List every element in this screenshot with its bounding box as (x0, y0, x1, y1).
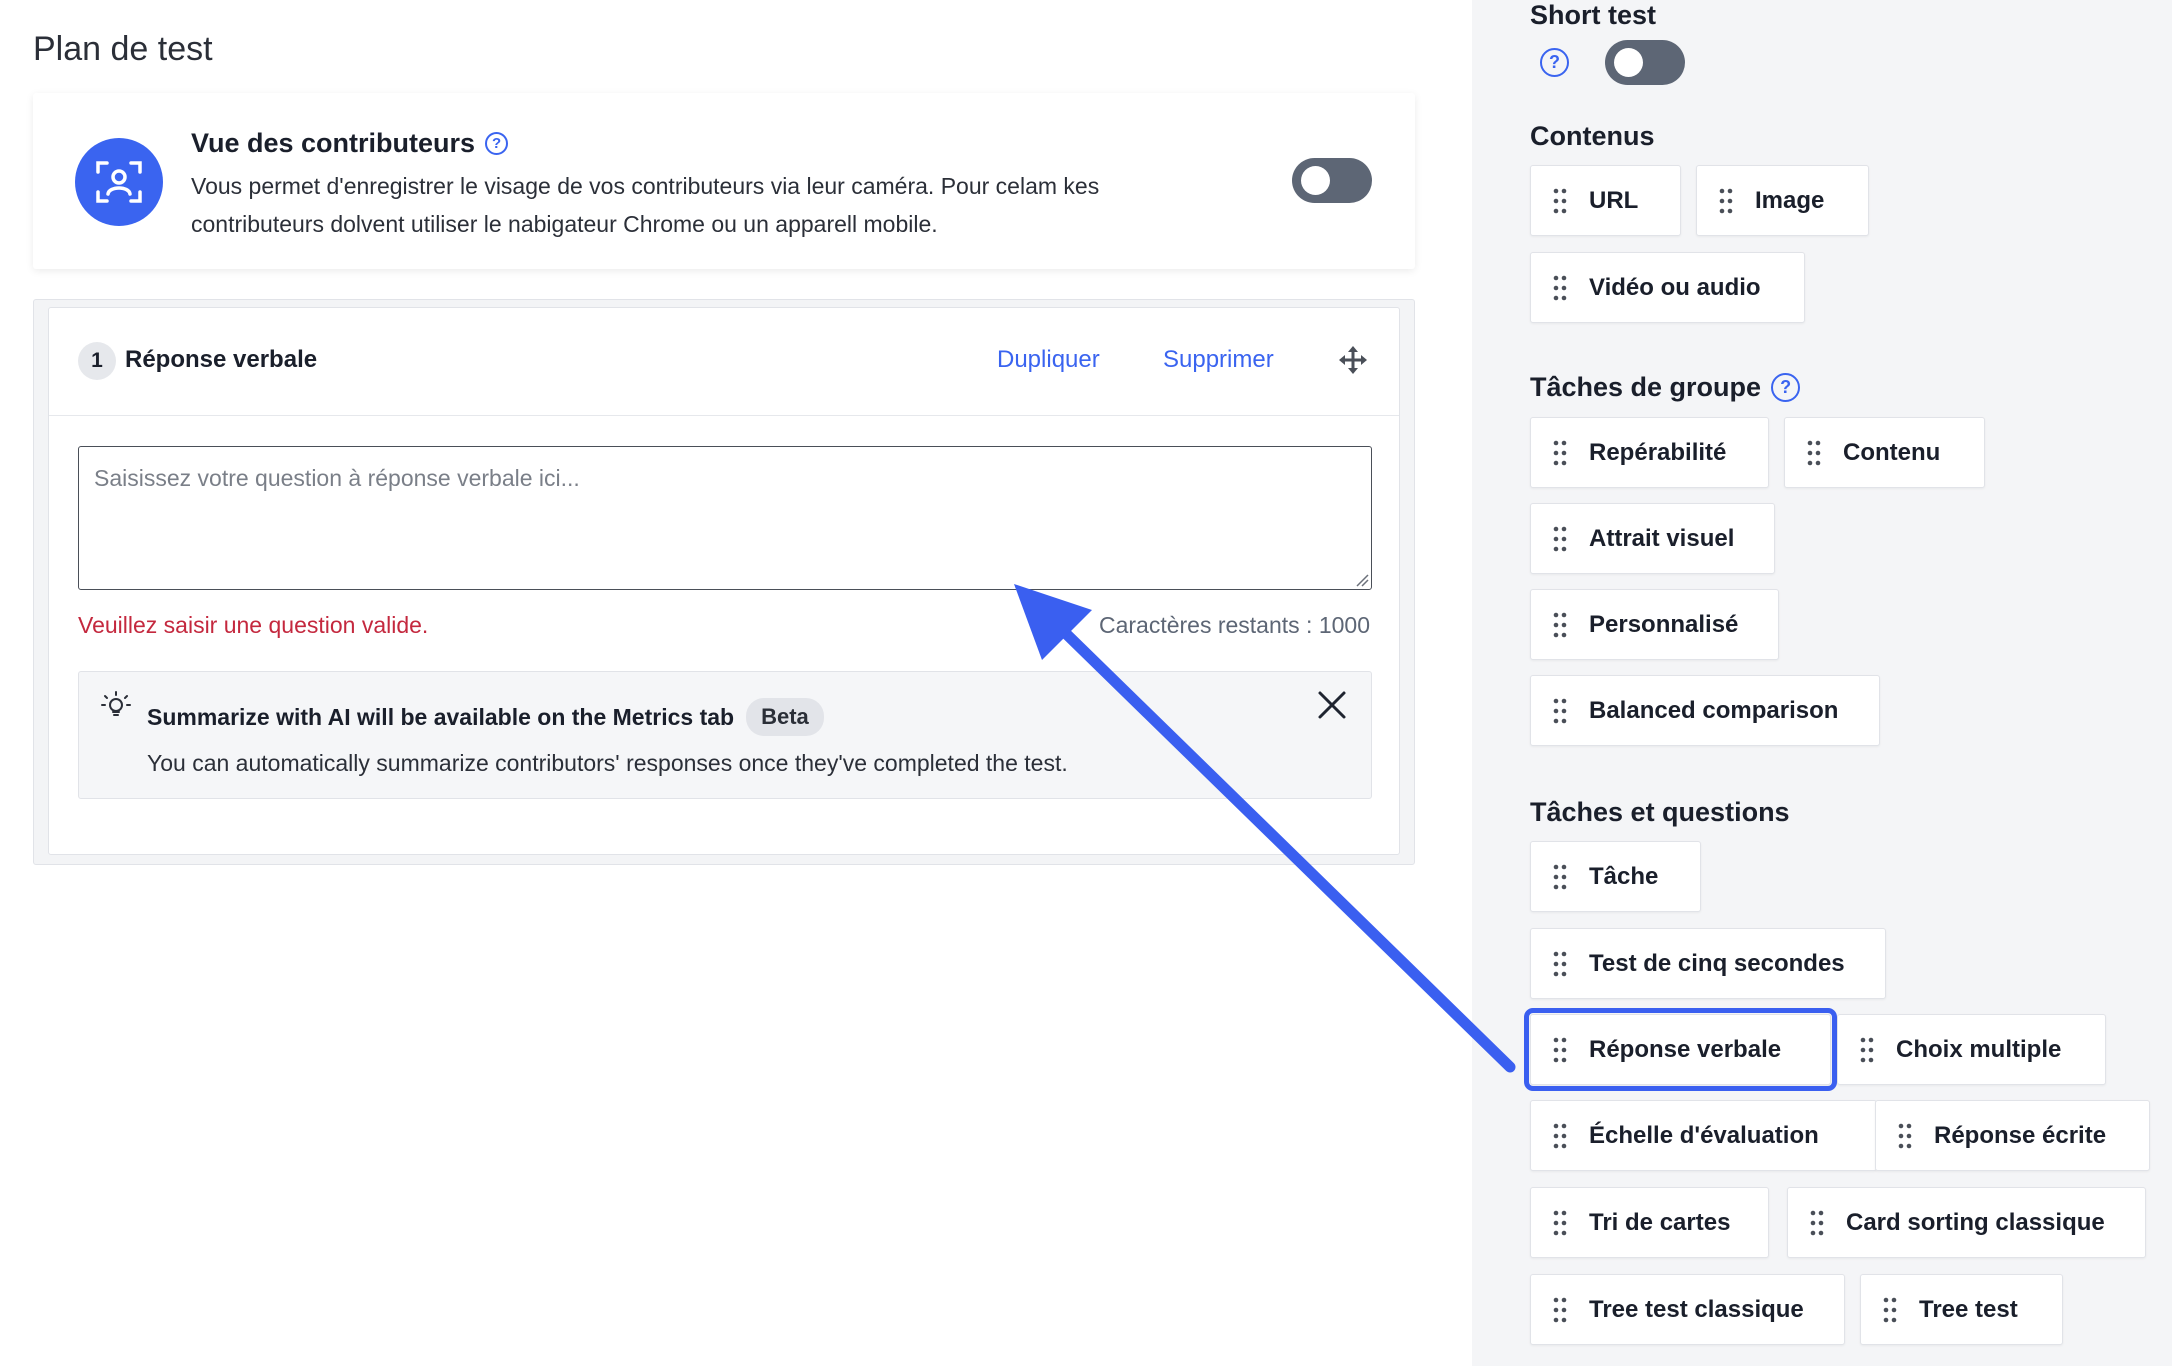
chip-label: Tree test (1919, 1295, 2018, 1323)
move-icon[interactable] (1339, 346, 1367, 374)
help-icon[interactable]: ? (1540, 48, 1569, 77)
chip-contenu[interactable]: Contenu (1784, 417, 1985, 488)
drag-handle-icon (1553, 526, 1567, 551)
page-title: Plan de test (33, 30, 213, 68)
drag-handle-icon (1810, 1210, 1824, 1235)
chip-label: Repérabilité (1589, 438, 1727, 466)
section-heading-taches-groupe: Tâches de groupe ? (1530, 372, 1801, 403)
chip-reponse-verbale[interactable]: Réponse verbale (1524, 1008, 1837, 1091)
chip-card-sorting-classique[interactable]: Card sorting classique (1787, 1187, 2146, 1258)
chip-label: Tri de cartes (1589, 1208, 1731, 1236)
close-icon[interactable] (1315, 688, 1349, 722)
ai-notice-description: You can automatically summarize contribu… (147, 750, 1068, 776)
chip-tri-cartes[interactable]: Tri de cartes (1530, 1187, 1769, 1258)
chip-balanced-comparison[interactable]: Balanced comparison (1530, 675, 1880, 746)
chip-label: Tree test classique (1589, 1295, 1804, 1323)
drag-handle-icon (1553, 864, 1567, 889)
toggle-knob (1301, 166, 1330, 195)
chip-tree-test[interactable]: Tree test (1860, 1274, 2063, 1345)
question-card: 1 Réponse verbale Dupliquer Supprimer Sa… (48, 307, 1400, 855)
chip-label: Choix multiple (1896, 1035, 2062, 1063)
help-icon[interactable]: ? (1771, 373, 1801, 402)
chip-personnalise[interactable]: Personnalisé (1530, 589, 1779, 660)
ai-notice-title: Summarize with AI will be available on t… (147, 698, 824, 736)
drag-handle-icon (1807, 440, 1821, 465)
section-heading-taches-groupe-text: Tâches de groupe (1530, 372, 1762, 402)
question-title: Réponse verbale (125, 346, 318, 373)
remaining-characters: Caractères restants : 1000 (1098, 612, 1370, 638)
drag-handle-icon (1553, 951, 1567, 976)
ai-notice-title-text: Summarize with AI will be available on t… (147, 703, 735, 730)
sidebar: Short test ? Contenus Tâches de groupe ?… (1472, 0, 2172, 1366)
drag-handle-icon (1553, 275, 1567, 300)
drag-handle-icon (1898, 1123, 1912, 1148)
chip-label: Personnalisé (1589, 610, 1739, 638)
contributor-view-title-text: Vue des contributeurs (191, 128, 476, 158)
section-heading-taches-questions: Tâches et questions (1530, 797, 1790, 828)
lightbulb-icon (101, 691, 131, 716)
chip-tree-test-classique[interactable]: Tree test classique (1530, 1274, 1845, 1345)
chip-tache[interactable]: Tâche (1530, 841, 1701, 912)
question-block: 1 Réponse verbale Dupliquer Supprimer Sa… (33, 299, 1415, 865)
short-test-toggle[interactable] (1605, 40, 1685, 85)
validation-error: Veuillez saisir une question valide. (78, 612, 429, 638)
chip-video-audio[interactable]: Vidéo ou audio (1530, 252, 1805, 323)
drag-handle-icon (1553, 698, 1567, 723)
short-test-label: Short test (1530, 0, 1656, 31)
chip-url[interactable]: URL (1530, 165, 1681, 236)
chip-label: Card sorting classique (1846, 1208, 2105, 1236)
chip-image[interactable]: Image (1696, 165, 1869, 236)
chip-label: URL (1589, 186, 1639, 214)
contributor-view-toggle[interactable] (1292, 158, 1372, 203)
chip-choix-multiple[interactable]: Choix multiple (1837, 1014, 2106, 1085)
short-test-label-text: Short test (1530, 0, 1657, 30)
face-capture-icon (75, 138, 163, 226)
question-number: 1 (78, 342, 116, 380)
delete-button[interactable]: Supprimer (1163, 346, 1274, 374)
chip-reperabilite[interactable]: Repérabilité (1530, 417, 1769, 488)
question-input[interactable]: Saisissez votre question à réponse verba… (78, 446, 1372, 590)
section-heading-contenus: Contenus (1530, 121, 1655, 152)
drag-handle-icon (1883, 1297, 1897, 1322)
chip-label: Tâche (1589, 862, 1659, 890)
drag-handle-icon (1553, 1297, 1567, 1322)
ai-summary-notice: Summarize with AI will be available on t… (78, 671, 1372, 799)
drag-handle-icon (1860, 1037, 1874, 1062)
question-header: 1 Réponse verbale Dupliquer Supprimer (49, 308, 1399, 416)
drag-handle-icon (1553, 1037, 1567, 1062)
drag-handle-icon (1553, 612, 1567, 637)
drag-handle-icon (1553, 440, 1567, 465)
chip-label: Réponse verbale (1589, 1035, 1782, 1063)
main-area: Plan de test Vue des contributeurs ? Vou… (0, 0, 1472, 1366)
contributor-view-description: Vous permet d'enregistrer le visage de v… (191, 173, 1100, 237)
chip-reponse-ecrite[interactable]: Réponse écrite (1875, 1100, 2150, 1171)
contributor-view-title: Vue des contributeurs ? (191, 128, 509, 159)
section-heading-contenus-text: Contenus (1530, 121, 1655, 151)
chip-label: Image (1755, 186, 1825, 214)
contributor-view-card: Vue des contributeurs ? Vous permet d'en… (33, 93, 1415, 269)
drag-handle-icon (1719, 188, 1733, 213)
chip-label: Vidéo ou audio (1589, 273, 1761, 301)
chip-label: Réponse écrite (1934, 1121, 2107, 1149)
chip-label: Balanced comparison (1589, 696, 1839, 724)
chip-label: Contenu (1843, 438, 1941, 466)
toggle-knob (1614, 48, 1643, 77)
chip-label: Test de cinq secondes (1589, 949, 1845, 977)
resize-handle-icon[interactable] (1355, 573, 1369, 587)
section-heading-taches-questions-text: Tâches et questions (1530, 797, 1790, 827)
beta-badge: Beta (746, 698, 824, 736)
chip-test-cinq-secondes[interactable]: Test de cinq secondes (1530, 928, 1886, 999)
chip-label: Échelle d'évaluation (1589, 1121, 1819, 1149)
chip-label: Attrait visuel (1589, 524, 1735, 552)
chip-echelle-evaluation[interactable]: Échelle d'évaluation (1530, 1100, 1877, 1171)
question-input-placeholder: Saisissez votre question à réponse verba… (94, 465, 580, 491)
help-icon[interactable]: ? (485, 132, 509, 155)
drag-handle-icon (1553, 188, 1567, 213)
chip-attrait-visuel[interactable]: Attrait visuel (1530, 503, 1775, 574)
drag-handle-icon (1553, 1123, 1567, 1148)
duplicate-button[interactable]: Dupliquer (997, 346, 1100, 374)
drag-handle-icon (1553, 1210, 1567, 1235)
